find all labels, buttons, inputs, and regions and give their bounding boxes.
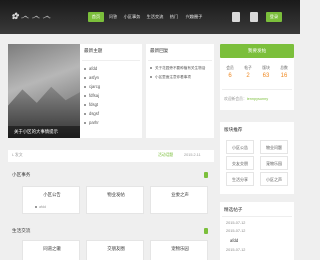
card-title: 同道之辙 (43, 246, 61, 251)
section-title: 生活交流 (12, 228, 31, 233)
nav-life[interactable]: 生活交流 (145, 12, 165, 22)
forum-link[interactable]: 物业问题 (260, 140, 288, 154)
latest-topics-panel: 最新主题 afdd asfyn cjarcg fdfsaj fdsgt dsgs… (80, 44, 142, 138)
info-bar: L 发文 活动话题 2015.2.11 (8, 150, 214, 162)
life-section: 生活交流 (8, 224, 214, 236)
sidebar-stats-panel: 我要发帖 会员 帖子 版块 总数 6 2 63 16 欢迎新会员：lennpys… (220, 44, 294, 110)
panel-title: 精选帖子 (224, 207, 243, 212)
stat-value: 2 (246, 73, 250, 79)
list-item[interactable]: fdfsaj (84, 93, 99, 98)
nav-interest[interactable]: 兴趣圈子 (183, 12, 205, 22)
stat-label: 版块 (262, 66, 270, 70)
info-left: L 发文 (12, 153, 23, 157)
hot-post-title[interactable]: afdd (230, 238, 238, 243)
card-title: 宠物乐园 (171, 246, 189, 251)
hot-post-date: 2015-07-12 (226, 221, 246, 225)
login-button[interactable]: 登录 (266, 12, 282, 22)
list-item[interactable]: cjarcg (84, 84, 100, 89)
forums-panel: 版块推荐 小区公告 物业问题 交友交朋 宠物乐园 生活分享 小区之声 (220, 122, 294, 194)
stat-label: 帖子 (244, 66, 252, 70)
forum-link[interactable]: 宠物乐园 (260, 156, 288, 170)
nav-community[interactable]: 小区事务 (121, 12, 143, 22)
hot-post-date: 2015-07-12 (226, 229, 246, 233)
forum-card[interactable]: 宠物乐园 (150, 240, 208, 260)
panel-title: 版块推荐 (224, 127, 243, 132)
forum-card[interactable]: 小区公告 afdd (22, 186, 80, 214)
card-title: 物业发帖 (107, 192, 125, 197)
forum-card[interactable]: 同道之辙 (22, 240, 80, 260)
search-icon[interactable] (250, 12, 258, 22)
list-item[interactable]: asfyn (84, 75, 99, 80)
forum-link[interactable]: 生活分享 (226, 172, 254, 186)
panel-title: 最新主题 (84, 48, 103, 53)
welcome-user-link[interactable]: lennpysunny (247, 97, 268, 101)
card-sub: afdd (39, 205, 46, 209)
section-more-icon[interactable] (204, 228, 208, 234)
svg-text:✿ ෴ ෴ ෴: ✿ ෴ ෴ ෴ (11, 11, 51, 21)
list-item[interactable]: fdsgt (84, 102, 98, 107)
list-item[interactable]: afdd (84, 66, 97, 71)
card-title: 业委之声 (171, 192, 189, 197)
card-title: 小区公告 (43, 192, 61, 197)
forum-link[interactable]: 小区之声 (260, 172, 288, 186)
list-item[interactable]: parhr (84, 120, 99, 125)
latest-replies-panel: 最新回复 关于花园旁不要种植有关生物话 小区里面注意你看事项 (146, 44, 214, 138)
section-title: 小区事务 (12, 172, 31, 177)
nav-home[interactable]: 首页 (88, 12, 104, 22)
forum-card[interactable]: 物业发帖 (86, 186, 144, 214)
panel-title: 最新回复 (150, 48, 169, 53)
nav-hot[interactable]: 热门 (167, 12, 181, 22)
forum-link[interactable]: 小区公告 (226, 140, 254, 154)
forum-card[interactable]: 交朋友圈 (86, 240, 144, 260)
banner-slider[interactable]: 关于小区的大事情提示 (8, 44, 80, 138)
grid-icon[interactable] (232, 12, 240, 22)
stat-value: 16 (280, 73, 288, 79)
forum-card[interactable]: 业委之声 (150, 186, 208, 214)
card-title: 交朋友圈 (107, 246, 125, 251)
forum-link[interactable]: 交友交朋 (226, 156, 254, 170)
post-button[interactable]: 我要发帖 (220, 44, 294, 58)
stat-label: 会员 (226, 66, 234, 70)
site-logo[interactable]: ✿ ෴ ෴ ෴ (10, 9, 72, 23)
hot-posts-panel: 精选帖子 2015-07-12 2015-07-12 afdd 2015-07-… (220, 202, 294, 260)
list-item[interactable]: 关于花园旁不要种植有关生物话 (150, 66, 205, 71)
welcome-text: 欢迎新会员：lennpysunny (224, 97, 269, 101)
list-item[interactable]: dsgsf (84, 111, 99, 116)
nav-qa[interactable]: 问答 (106, 12, 120, 22)
info-date: 2015.2.11 (184, 153, 201, 157)
section-more-icon[interactable] (204, 172, 208, 178)
stat-value: 6 (228, 73, 232, 79)
info-tag[interactable]: 活动话题 (158, 153, 173, 158)
hot-post-date: 2015-07-12 (226, 248, 246, 252)
list-item[interactable]: 小区里面注意你看事项 (150, 75, 191, 80)
banner-caption[interactable]: 关于小区的大事情提示 (8, 126, 80, 138)
stat-label: 总数 (280, 66, 288, 70)
stat-value: 63 (262, 73, 270, 79)
